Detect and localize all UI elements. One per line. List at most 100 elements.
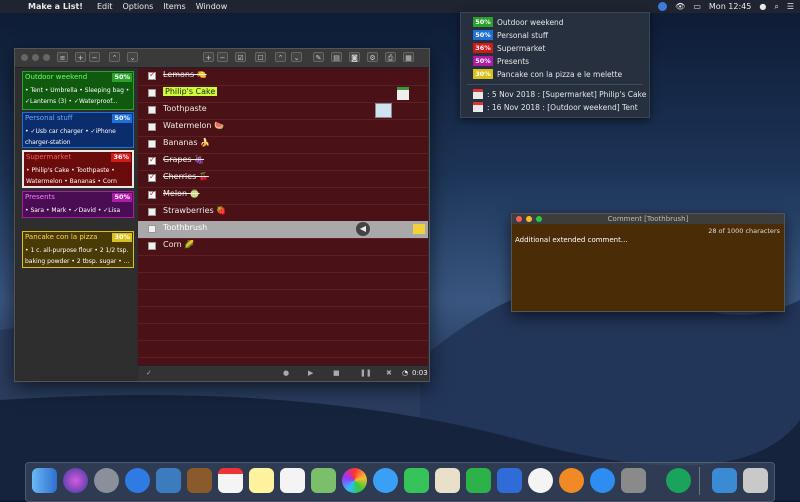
check-item-button[interactable]: ☑ <box>235 52 246 62</box>
remove-list-button[interactable]: − <box>89 52 100 62</box>
list-item[interactable]: Philip's Cake <box>138 85 428 103</box>
list-card-supermarket[interactable]: Supermarket 36% • Philip's Cake • Toothp… <box>22 150 134 188</box>
keynote-icon[interactable] <box>497 468 522 493</box>
comment-icon[interactable]: ▤ <box>331 52 342 62</box>
remove-item-button[interactable]: − <box>217 52 228 62</box>
eye-icon[interactable]: 👁 <box>675 2 685 11</box>
list-item[interactable]: Bananas 🍌 <box>138 136 428 154</box>
list-item[interactable]: Toothpaste <box>138 102 428 120</box>
contacts-icon[interactable] <box>187 468 212 493</box>
list-item[interactable]: Melon 🍈 <box>138 187 428 205</box>
menu-edit[interactable]: Edit <box>97 2 113 11</box>
record-button[interactable]: ● <box>283 369 289 377</box>
list-item[interactable]: Lemons 🍋 <box>138 68 428 86</box>
print-icon[interactable]: ⎙ <box>385 52 396 62</box>
status-list-item[interactable]: 50% Outdoor weekend <box>473 17 564 27</box>
user-icon[interactable]: ● <box>759 2 766 11</box>
downloads-folder-icon[interactable] <box>712 468 737 493</box>
item-checkbox[interactable] <box>148 208 156 216</box>
pages-icon[interactable] <box>435 468 460 493</box>
item-checkbox[interactable] <box>148 140 156 148</box>
image-attachment-icon[interactable] <box>375 103 392 118</box>
facetime-icon[interactable] <box>404 468 429 493</box>
reminders-icon[interactable] <box>280 468 305 493</box>
item-checkbox[interactable] <box>148 123 156 131</box>
comment-note-icon[interactable] <box>413 224 425 234</box>
delete-recording-button[interactable]: ✖ <box>386 369 392 377</box>
list-view-icon[interactable]: ≡ <box>57 52 68 62</box>
list-item-selected[interactable]: Toothbrush ◀ <box>138 221 428 239</box>
comment-minimize-button[interactable] <box>526 216 532 222</box>
clock[interactable]: Mon 12:45 <box>709 2 751 11</box>
siri-icon[interactable] <box>63 468 88 493</box>
list-item[interactable]: Strawberries 🍓 <box>138 204 428 222</box>
status-list-item[interactable]: 50% Personal stuff <box>473 30 548 40</box>
make-a-list-dock-icon[interactable] <box>666 468 691 493</box>
books-icon[interactable] <box>559 468 584 493</box>
app-store-icon[interactable] <box>590 468 615 493</box>
close-window-button[interactable] <box>21 54 28 61</box>
add-list-button[interactable]: + <box>75 52 86 62</box>
list-item[interactable]: Grapes 🍇 <box>138 153 428 171</box>
list-card-presents[interactable]: Presents 50% • Sara • Mark • ✓David • ✓L… <box>22 191 134 218</box>
status-list-item[interactable]: 50% Presents <box>473 56 529 66</box>
item-checkbox[interactable] <box>148 242 156 250</box>
status-list-item[interactable]: 36% Supermarket <box>473 43 545 53</box>
camera-icon[interactable]: ◙ <box>349 52 360 62</box>
maps-icon[interactable] <box>311 468 336 493</box>
menu-app-name[interactable]: Make a List! <box>28 2 83 11</box>
launchpad-icon[interactable] <box>94 468 119 493</box>
menu-items[interactable]: Items <box>163 2 185 11</box>
item-checkbox[interactable] <box>148 225 156 233</box>
item-checkbox[interactable] <box>148 155 156 165</box>
play-button[interactable]: ▶ <box>308 369 313 377</box>
status-list-item[interactable]: 30% Pancake con la pizza e le melette <box>473 69 622 79</box>
trash-icon[interactable] <box>743 468 768 493</box>
system-preferences-icon[interactable] <box>621 468 646 493</box>
item-checkbox[interactable] <box>148 172 156 182</box>
item-checkbox[interactable] <box>148 89 156 97</box>
messages-icon[interactable] <box>373 468 398 493</box>
battery-icon[interactable]: ▭ <box>693 2 701 11</box>
move-down-button[interactable]: ⌄ <box>127 52 138 62</box>
comment-zoom-button[interactable] <box>536 216 542 222</box>
menu-options[interactable]: Options <box>122 2 153 11</box>
calendar-reminder-icon[interactable] <box>397 87 409 100</box>
item-down-button[interactable]: ⌄ <box>291 52 302 62</box>
microphone-icon[interactable]: ✓ <box>146 369 152 377</box>
pause-button[interactable]: ❚❚ <box>360 369 372 377</box>
zoom-window-button[interactable] <box>43 54 50 61</box>
gear-icon[interactable]: ⚙ <box>367 52 378 62</box>
pencil-icon[interactable]: ✎ <box>313 52 324 62</box>
numbers-icon[interactable] <box>466 468 491 493</box>
finder-icon[interactable] <box>32 468 57 493</box>
reminder-item[interactable]: : 5 Nov 2018 : [Supermarket] Philip's Ca… <box>473 89 646 99</box>
speaker-icon[interactable]: ◀ <box>356 222 370 236</box>
list-card-outdoor-weekend[interactable]: Outdoor weekend 50% • Tent • Umbrella • … <box>22 71 134 110</box>
menu-window[interactable]: Window <box>196 2 228 11</box>
spotlight-icon[interactable]: ⌕ <box>774 2 778 12</box>
photos-icon[interactable] <box>342 468 367 493</box>
music-icon[interactable] <box>528 468 553 493</box>
reminder-item[interactable]: : 16 Nov 2018 : [Outdoor weekend] Tent <box>473 102 638 112</box>
list-card-pancake[interactable]: Pancake con la pizza 30% • 1 c. all-purp… <box>22 231 134 268</box>
add-item-button[interactable]: + <box>203 52 214 62</box>
minimize-window-button[interactable] <box>32 54 39 61</box>
list-item[interactable]: Watermelon 🍉 <box>138 119 428 137</box>
item-checkbox[interactable] <box>148 189 156 199</box>
comment-close-button[interactable] <box>516 216 522 222</box>
comment-text-area[interactable]: Additional extended comment... <box>515 236 779 306</box>
safari-icon[interactable] <box>125 468 150 493</box>
stop-button[interactable]: ■ <box>333 369 340 377</box>
list-item[interactable]: Corn 🌽 <box>138 238 428 256</box>
mail-icon[interactable] <box>156 468 181 493</box>
item-checkbox[interactable] <box>148 70 156 80</box>
item-checkbox[interactable] <box>148 106 156 114</box>
list-card-personal-stuff[interactable]: Personal stuff 50% • ✓Usb car charger • … <box>22 112 134 148</box>
item-up-button[interactable]: ⌃ <box>275 52 286 62</box>
notification-center-icon[interactable]: ☰ <box>787 2 794 11</box>
uncheck-item-button[interactable]: ☐ <box>255 52 266 62</box>
notes-icon[interactable] <box>249 468 274 493</box>
calendar-icon[interactable]: ▦ <box>403 52 414 62</box>
make-a-list-status-icon[interactable] <box>658 2 668 11</box>
